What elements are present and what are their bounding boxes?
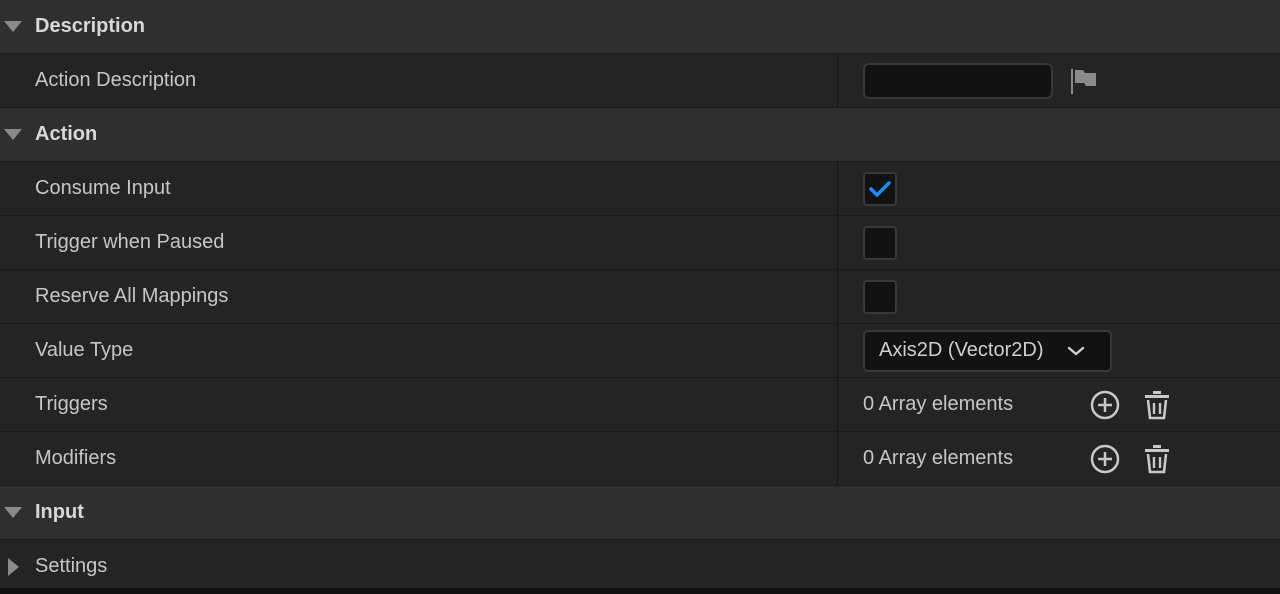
add-element-icon[interactable] bbox=[1089, 443, 1121, 475]
delete-elements-icon[interactable] bbox=[1141, 389, 1173, 421]
property-row-consume-input: Consume Input bbox=[0, 162, 1280, 216]
collapse-arrow-icon[interactable] bbox=[2, 108, 24, 161]
collapse-arrow-icon[interactable] bbox=[2, 0, 24, 53]
section-input[interactable]: Input bbox=[0, 486, 1280, 540]
triggers-array-count: 0 Array elements bbox=[863, 393, 1014, 415]
property-row-value-type: Value Type Axis2D (Vector2D) bbox=[0, 324, 1280, 378]
property-label: Consume Input bbox=[35, 177, 171, 199]
property-row-triggers: Triggers 0 Array elements bbox=[0, 378, 1280, 432]
action-description-input[interactable] bbox=[863, 62, 1053, 99]
consume-input-checkbox[interactable] bbox=[863, 171, 897, 206]
property-row-trigger-when-paused: Trigger when Paused bbox=[0, 216, 1280, 270]
section-title: Action bbox=[35, 123, 98, 145]
checkmark-icon bbox=[869, 180, 891, 197]
property-label: Triggers bbox=[35, 393, 108, 415]
panel-bottom-edge bbox=[0, 588, 1280, 594]
section-title: Description bbox=[35, 15, 146, 37]
property-label: Value Type bbox=[35, 339, 134, 361]
details-panel: Description Action Description Action Co… bbox=[0, 0, 1280, 594]
localization-flag-icon[interactable] bbox=[1069, 66, 1099, 96]
property-row-reserve-all-mappings: Reserve All Mappings bbox=[0, 270, 1280, 324]
collapse-arrow-icon[interactable] bbox=[2, 486, 24, 539]
property-label: Modifiers bbox=[35, 447, 117, 469]
property-row-action-description: Action Description bbox=[0, 54, 1280, 108]
add-element-icon[interactable] bbox=[1089, 389, 1121, 421]
chevron-down-icon bbox=[1066, 344, 1086, 358]
property-row-settings[interactable]: Settings bbox=[0, 540, 1280, 594]
property-label: Trigger when Paused bbox=[35, 231, 225, 253]
section-action[interactable]: Action bbox=[0, 108, 1280, 162]
reserve-all-mappings-checkbox[interactable] bbox=[863, 279, 897, 314]
property-row-modifiers: Modifiers 0 Array elements bbox=[0, 432, 1280, 486]
delete-elements-icon[interactable] bbox=[1141, 443, 1173, 475]
modifiers-array-count: 0 Array elements bbox=[863, 447, 1014, 469]
property-label: Reserve All Mappings bbox=[35, 285, 229, 307]
property-label: Action Description bbox=[35, 69, 197, 91]
expand-arrow-icon[interactable] bbox=[2, 540, 24, 593]
trigger-when-paused-checkbox[interactable] bbox=[863, 225, 897, 260]
property-label: Settings bbox=[35, 555, 108, 577]
value-type-dropdown[interactable]: Axis2D (Vector2D) bbox=[863, 329, 1112, 372]
section-description[interactable]: Description bbox=[0, 0, 1280, 54]
value-type-selected: Axis2D (Vector2D) bbox=[879, 339, 1044, 361]
section-title: Input bbox=[35, 501, 84, 523]
